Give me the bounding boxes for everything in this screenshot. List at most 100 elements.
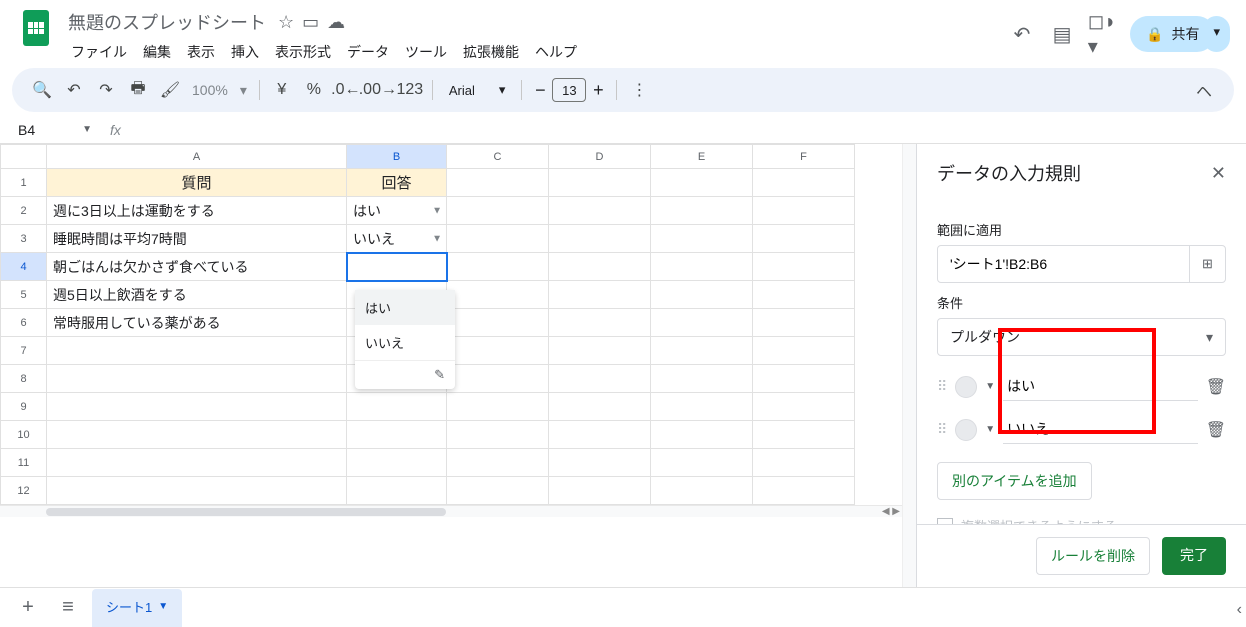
cell[interactable] — [651, 477, 753, 505]
chevron-down-icon[interactable]: ▼ — [985, 424, 995, 435]
cell[interactable] — [651, 393, 753, 421]
select-all-corner[interactable] — [1, 145, 47, 169]
cell[interactable] — [447, 393, 549, 421]
cell[interactable] — [447, 197, 549, 225]
menu-extensions[interactable]: 拡張機能 — [456, 38, 526, 66]
close-icon[interactable]: ✕ — [1211, 163, 1226, 184]
cell[interactable] — [347, 477, 447, 505]
cell[interactable]: 常時服用している薬がある — [47, 309, 347, 337]
row-header[interactable]: 10 — [1, 421, 47, 449]
row-header[interactable]: 12 — [1, 477, 47, 505]
decrease-decimal-icon[interactable]: .0← — [332, 76, 360, 104]
cell[interactable] — [47, 477, 347, 505]
doc-title[interactable]: 無題のスプレッドシート — [64, 7, 270, 37]
cell[interactable]: 週5日以上飲酒をする — [47, 281, 347, 309]
option-input[interactable] — [1003, 415, 1198, 444]
name-box[interactable]: B4▼ — [12, 122, 98, 138]
cell[interactable]: 睡眠時間は平均7時間 — [47, 225, 347, 253]
row-header[interactable]: 6 — [1, 309, 47, 337]
font-family-select[interactable]: Arial▾ — [441, 82, 514, 98]
option-input[interactable] — [1003, 372, 1198, 401]
chevron-down-icon[interactable]: ▼ — [432, 205, 442, 216]
move-icon[interactable]: ▭ — [302, 12, 319, 33]
row-header[interactable]: 5 — [1, 281, 47, 309]
row-header[interactable]: 1 — [1, 169, 47, 197]
cell[interactable] — [47, 337, 347, 365]
row-header[interactable]: 2 — [1, 197, 47, 225]
horizontal-scrollbar[interactable]: ◀ ▶ — [0, 505, 902, 517]
cell[interactable] — [753, 309, 855, 337]
cell[interactable] — [651, 309, 753, 337]
cell[interactable] — [347, 393, 447, 421]
percent-format[interactable]: % — [300, 76, 328, 104]
cell[interactable] — [549, 309, 651, 337]
cell-dropdown[interactable]: はい▼ — [347, 197, 447, 225]
explore-icon[interactable]: ‹ — [1237, 601, 1242, 619]
cell[interactable] — [347, 421, 447, 449]
menu-format[interactable]: 表示形式 — [268, 38, 338, 66]
print-icon[interactable]: 🖶 — [124, 76, 152, 104]
cell[interactable] — [651, 421, 753, 449]
share-dropdown[interactable]: ▾ — [1203, 16, 1230, 52]
cell[interactable] — [753, 365, 855, 393]
row-header[interactable]: 7 — [1, 337, 47, 365]
color-chip[interactable] — [955, 376, 977, 398]
done-button[interactable]: 完了 — [1162, 537, 1226, 575]
vertical-scrollbar[interactable] — [902, 144, 916, 587]
menu-edit[interactable]: 編集 — [136, 38, 178, 66]
currency-format[interactable]: ¥ — [268, 76, 296, 104]
cell[interactable] — [549, 337, 651, 365]
cell[interactable] — [447, 365, 549, 393]
col-header-D[interactable]: D — [549, 145, 651, 169]
cell[interactable] — [651, 337, 753, 365]
range-input[interactable] — [938, 256, 1189, 272]
add-item-button[interactable]: 別のアイテムを追加 — [937, 462, 1092, 500]
cell[interactable] — [47, 393, 347, 421]
cell[interactable] — [753, 449, 855, 477]
cell[interactable] — [447, 337, 549, 365]
cell[interactable] — [549, 281, 651, 309]
cell[interactable] — [549, 477, 651, 505]
cell[interactable] — [753, 421, 855, 449]
cell[interactable]: 週に3日以上は運動をする — [47, 197, 347, 225]
cell[interactable] — [447, 253, 549, 281]
col-header-B[interactable]: B — [347, 145, 447, 169]
cell[interactable]: 朝ごはんは欠かさず食べている — [47, 253, 347, 281]
row-header[interactable]: 11 — [1, 449, 47, 477]
cell[interactable] — [47, 365, 347, 393]
meet-icon[interactable]: ◻◗ ▾ — [1090, 22, 1114, 46]
formula-input[interactable] — [133, 116, 1242, 143]
cell[interactable] — [651, 281, 753, 309]
redo-icon[interactable]: ↷ — [92, 76, 120, 104]
font-size-input[interactable]: 13 — [552, 78, 586, 102]
active-cell[interactable] — [347, 253, 447, 281]
chevron-down-icon[interactable]: ▼ — [432, 233, 442, 244]
cell[interactable] — [549, 365, 651, 393]
dropdown-option[interactable]: いいえ — [355, 325, 455, 360]
cell[interactable] — [447, 281, 549, 309]
increase-decimal-icon[interactable]: .00→ — [364, 76, 392, 104]
dropdown-option[interactable]: はい — [355, 290, 455, 325]
cell[interactable] — [447, 169, 549, 197]
menu-view[interactable]: 表示 — [180, 38, 222, 66]
cell[interactable] — [549, 253, 651, 281]
color-chip[interactable] — [955, 419, 977, 441]
cell[interactable] — [651, 449, 753, 477]
cell[interactable] — [549, 421, 651, 449]
search-icon[interactable]: 🔍 — [28, 76, 56, 104]
cell[interactable] — [447, 309, 549, 337]
history-icon[interactable]: ↶ — [1010, 22, 1034, 46]
add-sheet-icon[interactable]: + — [12, 592, 44, 624]
cell[interactable] — [753, 477, 855, 505]
cell[interactable] — [753, 225, 855, 253]
dropdown-edit-icon[interactable]: ✎ — [355, 360, 455, 389]
sheets-logo[interactable] — [16, 8, 56, 48]
delete-icon[interactable]: 🗑 — [1206, 377, 1226, 397]
cell[interactable] — [447, 477, 549, 505]
star-icon[interactable]: ☆ — [278, 12, 294, 33]
cell[interactable] — [447, 225, 549, 253]
increase-font-icon[interactable]: + — [588, 78, 608, 102]
cell[interactable] — [753, 281, 855, 309]
delete-icon[interactable]: 🗑 — [1206, 420, 1226, 440]
cell[interactable] — [47, 421, 347, 449]
